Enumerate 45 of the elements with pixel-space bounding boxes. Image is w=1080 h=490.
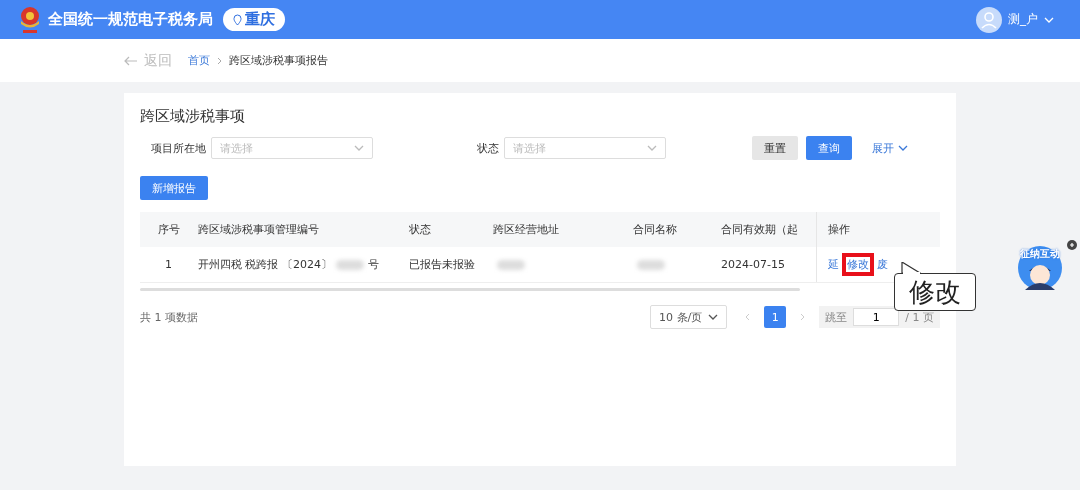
jump-label: 跳至 [825,309,848,325]
breadcrumb-link[interactable]: 首页 [188,53,210,68]
table-cell: 开州四税 税跨报 〔2024〕 [198,258,332,271]
add-report-button[interactable]: 新增报告 [140,176,208,200]
callout-pointer-icon [900,262,922,274]
filter-label: 状态 [476,140,499,156]
column-header: 操作 [816,212,940,247]
location-pin-icon [233,13,242,26]
table-cell: 1 [140,247,197,283]
site-title: 全国统一规范电子税务局 [48,10,213,29]
column-header: 状态 [408,212,492,247]
expand-link[interactable]: 展开 [872,140,908,156]
column-header: 合同名称 [632,212,720,247]
filter-label: 项目所在地 [150,140,206,156]
action-link[interactable]: 修改 [841,253,874,276]
column-header: 跨区域涉税事项管理编号 [197,212,408,247]
table-cell: 2024-07-15 [720,247,816,283]
action-link[interactable]: 延 [827,257,839,272]
page-button[interactable]: 1 [764,306,787,328]
total-count: 共 1 项数据 [140,309,198,325]
column-header: 合同有效期（起 [720,212,816,247]
user-avatar-icon[interactable] [976,6,1002,33]
emblem-icon [18,4,42,35]
panel-title: 跨区域涉税事项 [140,107,246,126]
chevron-right-icon [217,56,222,65]
column-header: 跨区经营地址 [492,212,632,247]
caret-icon [1044,16,1054,23]
page-total: / 1 页 [905,309,934,325]
breadcrumb-current: 跨区域涉税事项报告 [229,53,328,68]
left-arrow-icon [124,55,138,66]
region-selector[interactable]: 重庆 [223,8,285,31]
table-cell: 已报告未报验 [408,247,492,283]
chevron-down-icon [898,145,908,151]
chevron-down-icon [647,145,657,151]
table-cell: 号 [368,258,379,271]
chevron-down-icon [354,145,364,151]
close-icon[interactable] [1067,240,1077,250]
page-size-select[interactable]: 10 条/页 [650,305,728,329]
reset-button[interactable]: 重置 [752,136,798,160]
user-name[interactable]: 测_户 [1008,11,1038,28]
page-input[interactable]: 1 [853,308,900,326]
chevron-down-icon [708,314,719,320]
query-button[interactable]: 查询 [806,136,852,160]
column-header: 序号 [140,212,197,247]
action-link[interactable]: 废 [876,257,888,272]
